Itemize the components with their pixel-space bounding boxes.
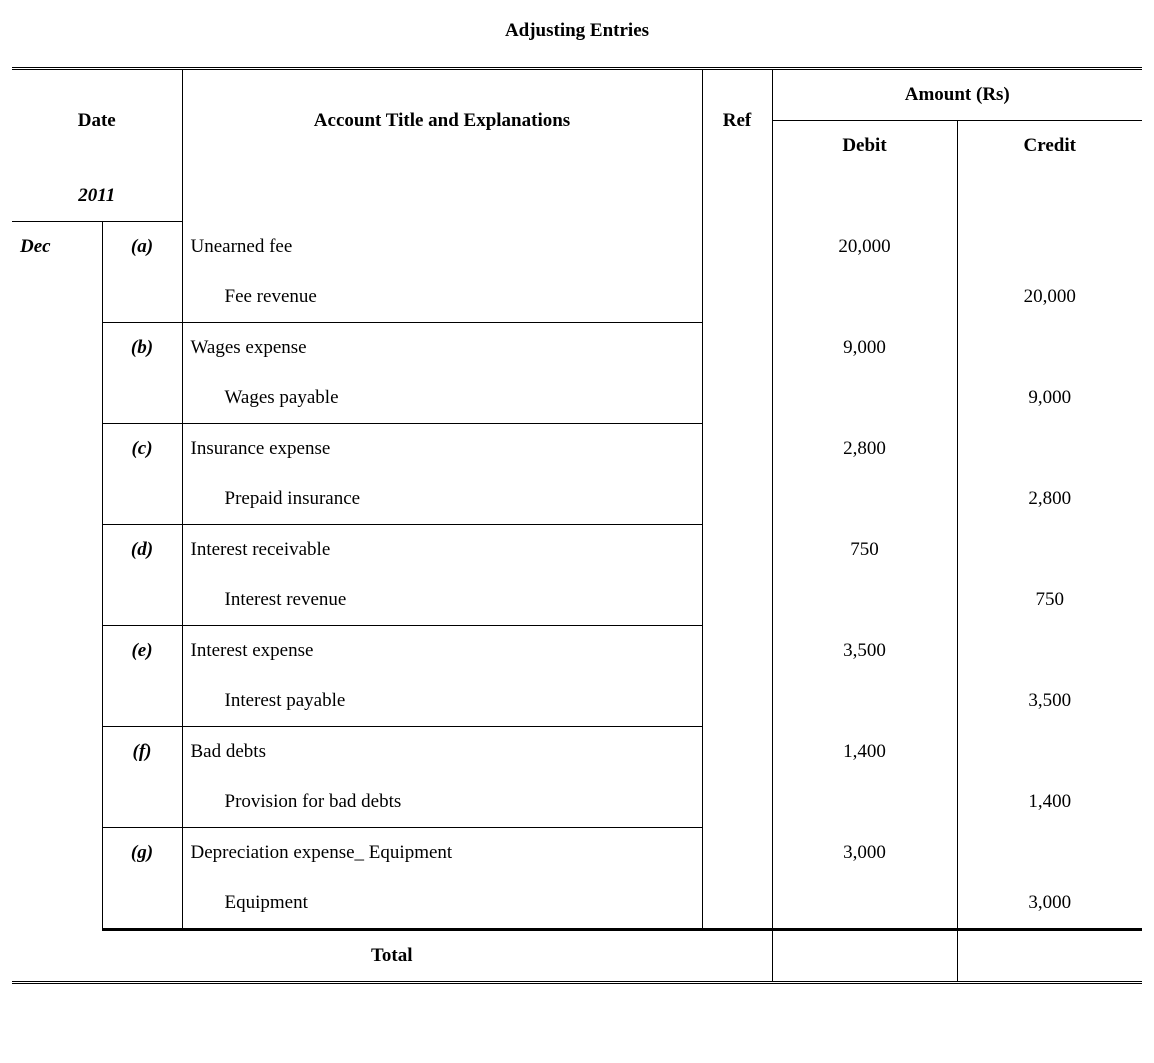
table-row: Fee revenue 20,000 [12, 272, 1142, 323]
table-row: Interest revenue 750 [12, 575, 1142, 626]
entry-label: (b) [103, 323, 182, 373]
credit-account: Interest revenue [183, 575, 702, 625]
debit-amount: 750 [773, 525, 957, 575]
credit-amount: 20,000 [958, 272, 1143, 322]
table-row: (d) Interest receivable 750 [12, 525, 1142, 576]
total-label: Total [12, 931, 772, 981]
table-row: (c) Insurance expense 2,800 [12, 424, 1142, 475]
adjusting-entries-table: Date Account Title and Explanations Ref … [12, 67, 1142, 984]
table-row: (b) Wages expense 9,000 [12, 323, 1142, 374]
entry-label: (g) [103, 828, 182, 878]
debit-amount: 3,500 [773, 626, 957, 676]
entry-label: (e) [103, 626, 182, 676]
credit-account: Prepaid insurance [183, 474, 702, 524]
debit-account: Unearned fee [183, 222, 702, 272]
col-debit: Debit [773, 121, 957, 171]
page-title: Adjusting Entries [10, 20, 1144, 42]
table-row: Equipment 3,000 [12, 878, 1142, 930]
table-row: Prepaid insurance 2,800 [12, 474, 1142, 525]
entry-label: (d) [103, 525, 182, 575]
credit-account: Fee revenue [183, 272, 702, 322]
debit-account: Wages expense [183, 323, 702, 373]
entry-label: (c) [103, 424, 182, 474]
total-row: Total [12, 930, 1142, 983]
credit-amount: 1,400 [958, 777, 1143, 827]
debit-account: Interest receivable [183, 525, 702, 575]
debit-amount: 20,000 [773, 222, 957, 272]
debit-amount: 3,000 [773, 828, 957, 878]
debit-account: Interest expense [183, 626, 702, 676]
year-row: 2011 [12, 171, 1142, 222]
col-date: Date [12, 96, 182, 146]
month-cell: Dec [12, 222, 102, 272]
col-credit: Credit [958, 121, 1143, 171]
credit-amount: 9,000 [958, 373, 1143, 423]
credit-amount: 3,500 [958, 676, 1143, 726]
credit-account: Interest payable [183, 676, 702, 726]
table-row: Wages payable 9,000 [12, 373, 1142, 424]
col-account: Account Title and Explanations [183, 96, 702, 146]
table-row: (e) Interest expense 3,500 [12, 626, 1142, 677]
table-row: (f) Bad debts 1,400 [12, 727, 1142, 778]
table-row: Interest payable 3,500 [12, 676, 1142, 727]
credit-account: Wages payable [183, 373, 702, 423]
debit-account: Depreciation expense_ Equipment [183, 828, 702, 878]
table-row: Dec (a) Unearned fee 20,000 [12, 222, 1142, 273]
table-row: (g) Depreciation expense_ Equipment 3,00… [12, 828, 1142, 879]
credit-amount: 2,800 [958, 474, 1143, 524]
credit-amount: 750 [958, 575, 1143, 625]
col-ref: Ref [703, 96, 772, 146]
debit-amount: 2,800 [773, 424, 957, 474]
header-row-1: Date Account Title and Explanations Ref … [12, 69, 1142, 121]
entry-label: (a) [103, 222, 182, 272]
debit-amount: 1,400 [773, 727, 957, 777]
credit-account: Equipment [183, 878, 702, 928]
col-amount: Amount (Rs) [773, 70, 1143, 120]
debit-amount: 9,000 [773, 323, 957, 373]
entry-label: (f) [103, 727, 182, 777]
debit-account: Bad debts [183, 727, 702, 777]
table-row: Provision for bad debts 1,400 [12, 777, 1142, 828]
credit-account: Provision for bad debts [183, 777, 702, 827]
debit-account: Insurance expense [183, 424, 702, 474]
year-cell: 2011 [12, 171, 182, 221]
credit-amount: 3,000 [958, 878, 1143, 928]
